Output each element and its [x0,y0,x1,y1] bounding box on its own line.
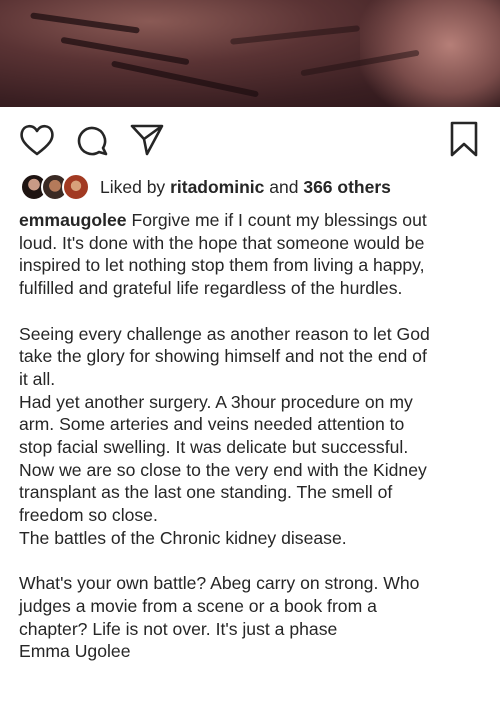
share-button[interactable] [127,118,167,162]
image-detail [111,60,259,98]
caption-line: transplant as the last one standing. The… [19,482,393,503]
caption-line: emmaugolee Forgive me if I count my bles… [19,210,427,230]
post-image[interactable] [0,0,500,107]
caption-line: arm. Some arteries and veins needed atte… [19,414,405,435]
caption-blank-line [19,550,489,573]
caption-blank-line [19,300,489,323]
likes-summary[interactable]: Liked by ritadominic and 366 others [20,172,391,202]
bookmark-icon [450,121,478,157]
image-detail [60,36,190,66]
image-detail [30,12,140,34]
caption-line: stop facial swelling. It was delicate bu… [19,437,409,458]
caption-line: loud. It's done with the hope that someo… [19,232,425,253]
like-button[interactable] [17,118,57,162]
caption-author[interactable]: emmaugolee [19,210,127,230]
caption-line: it all. [19,368,56,389]
image-highlight [360,0,500,107]
image-detail [230,25,360,45]
paper-plane-icon [130,124,164,156]
post-caption: emmaugolee Forgive me if I count my bles… [19,209,489,663]
avatar [62,173,90,201]
likes-connector: and [269,176,299,197]
post-action-bar [0,118,500,162]
heart-outline-icon [20,124,54,156]
liked-by-label: Liked by [100,176,166,197]
caption-line: inspired to let nothing stop them from l… [19,255,425,276]
caption-line: take the glory for showing himself and n… [19,346,427,367]
caption-line: freedom so close. [19,505,158,526]
caption-line: Seeing every challenge as another reason… [19,323,430,344]
caption-line: Had yet another surgery. A 3hour procedu… [19,391,413,412]
caption-line: judges a movie from a scene or a book fr… [19,595,377,616]
comment-button[interactable] [72,118,112,162]
save-button[interactable] [444,118,484,162]
others-count[interactable]: 366 others [303,177,391,198]
caption-line: What's your own battle? Abeg carry on st… [19,573,420,594]
caption-line: Now we are so close to the very end with… [19,459,427,480]
comment-bubble-icon [77,126,108,156]
caption-line: chapter? Life is not over. It's just a p… [19,618,338,639]
caption-line: The battles of the Chronic kidney diseas… [19,527,347,548]
liker-avatars [20,173,90,201]
caption-line: fulfilled and grateful life regardless o… [19,278,403,299]
liker-username[interactable]: ritadominic [170,177,264,198]
caption-line: Emma Ugolee [19,641,131,662]
